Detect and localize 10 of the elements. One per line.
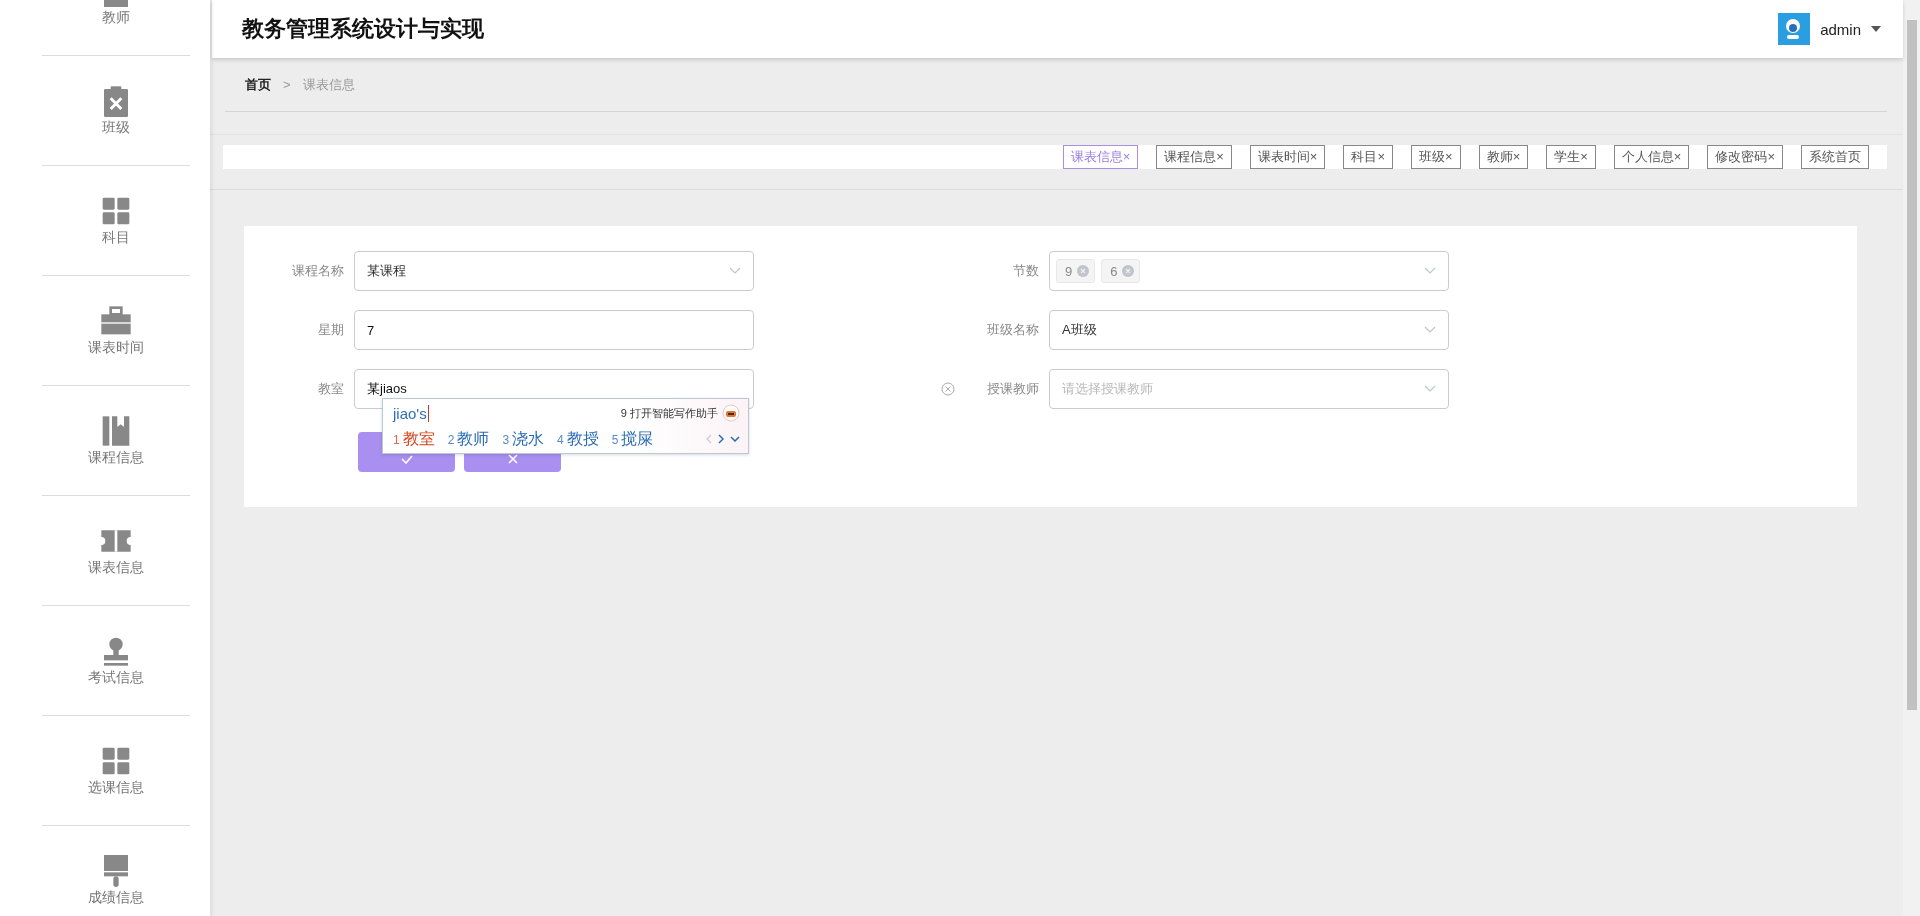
field-label: 授课教师 [987, 380, 1039, 398]
field-label: 星期 [318, 321, 344, 339]
field-label: 班级名称 [987, 321, 1039, 339]
field-label: 课程名称 [292, 262, 344, 280]
app-title: 教务管理系统设计与实现 [242, 15, 484, 43]
breadcrumb-current: 课表信息 [302, 75, 355, 94]
field-label: 节数 [1013, 262, 1039, 280]
field-label: 教室 [318, 380, 344, 398]
breadcrumb-separator: > [283, 77, 291, 92]
ime-composition: jiao's [393, 404, 429, 422]
